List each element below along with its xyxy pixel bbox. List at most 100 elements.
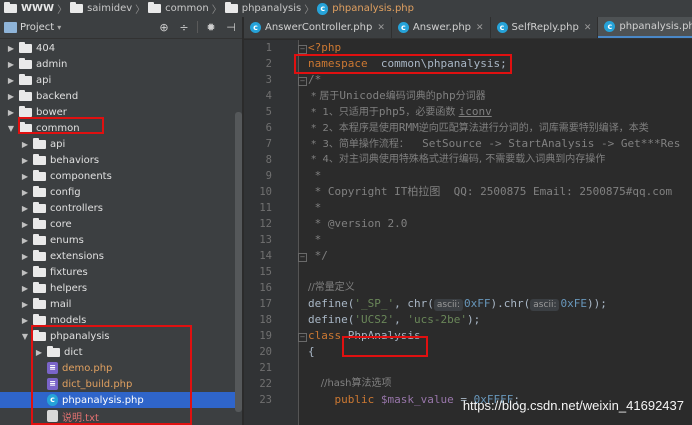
chevron-right-icon[interactable]: ▶ — [20, 236, 30, 245]
line-number: 17 — [259, 298, 272, 310]
line-number: 19 — [259, 330, 272, 342]
chevron-right-icon[interactable]: ▶ — [6, 108, 16, 117]
tab-label: SelfReply.php — [511, 22, 579, 33]
tree-file[interactable]: ≡ demo.php — [0, 360, 236, 376]
folder-icon — [33, 249, 46, 261]
editor-tab[interactable]: c SelfReply.php ✕ — [491, 17, 599, 38]
tree-folder[interactable]: ▶ api — [0, 136, 236, 152]
breadcrumb-item-saimidev[interactable]: saimidev — [70, 2, 132, 14]
tree-folder[interactable]: ▶ helpers — [0, 280, 236, 296]
folder-icon — [19, 73, 32, 85]
editor-tab[interactable]: cphpanalysis.php✕ — [598, 17, 692, 38]
folder-icon — [19, 121, 32, 133]
chevron-right-icon[interactable]: ▶ — [20, 140, 30, 149]
project-scrollbar[interactable] — [235, 112, 242, 412]
code-line-20: { — [308, 345, 315, 358]
watermark: https://blog.csdn.net/weixin_41692437 — [462, 398, 684, 413]
folder-icon — [33, 169, 46, 181]
fold-marker-icon[interactable]: − — [298, 77, 307, 86]
close-icon[interactable]: ✕ — [584, 23, 592, 33]
tree-folder[interactable]: ▼ common — [0, 120, 236, 136]
chevron-right-icon[interactable]: ▶ — [20, 220, 30, 229]
line-number: 1 — [265, 42, 272, 54]
chevron-right-icon[interactable]: ▶ — [6, 92, 16, 101]
folder-icon — [33, 265, 46, 277]
chevron-right-icon[interactable]: ▶ — [34, 348, 44, 357]
code-line-11: * — [308, 201, 322, 214]
tree-folder[interactable]: ▶ core — [0, 216, 236, 232]
tree-folder[interactable]: ▶ fixtures — [0, 264, 236, 280]
editor-tab[interactable]: c AnswerController.php ✕ — [244, 17, 392, 38]
tree-folder[interactable]: ▶ extensions — [0, 248, 236, 264]
code-line-12: * @version 2.0 — [308, 217, 408, 230]
tree-folder[interactable]: ▶ enums — [0, 232, 236, 248]
tree-item-label: api — [36, 74, 52, 86]
breadcrumb-item-phpanalysis[interactable]: phpanalysis — [224, 2, 301, 14]
line-number: 10 — [259, 186, 272, 198]
chevron-right-icon[interactable]: ▶ — [20, 268, 30, 277]
locate-file-icon[interactable]: ⊕ — [157, 20, 171, 34]
project-panel-title[interactable]: Project — [20, 22, 54, 33]
breadcrumb-item-file[interactable]: c phpanalysis.php — [317, 2, 414, 15]
tree-folder[interactable]: ▶ models — [0, 312, 236, 328]
tree-folder[interactable]: ▶ 404 — [0, 40, 236, 56]
editor-tab[interactable]: c Answer.php ✕ — [392, 17, 491, 38]
tree-folder[interactable]: ▶ controllers — [0, 200, 236, 216]
tree-folder[interactable]: ▶ admin — [0, 56, 236, 72]
chevron-down-icon[interactable]: ▼ — [20, 332, 30, 341]
breadcrumb-separator: 〉 — [211, 5, 222, 16]
gear-icon[interactable]: ✹ — [204, 20, 218, 34]
chevron-right-icon[interactable]: ▶ — [6, 44, 16, 53]
tree-folder[interactable]: ▶ dict — [0, 344, 236, 360]
tree-item-label: bower — [36, 106, 67, 118]
folder-icon — [33, 137, 46, 149]
close-icon[interactable]: ✕ — [476, 23, 484, 33]
class-file-icon: c — [397, 22, 409, 33]
tree-folder[interactable]: ▶ components — [0, 168, 236, 184]
tree-file[interactable]: c phpanalysis.php — [0, 392, 236, 408]
code-area[interactable]: <?php namespace common\phpanalysis; /* *… — [308, 40, 692, 425]
class-file-icon: c — [317, 2, 329, 15]
fold-marker-icon[interactable]: − — [298, 333, 307, 342]
chevron-right-icon[interactable]: ▶ — [6, 76, 16, 85]
line-number: 13 — [259, 234, 272, 246]
tree-folder[interactable]: ▼ phpanalysis — [0, 328, 236, 344]
chevron-right-icon[interactable]: ▶ — [20, 300, 30, 309]
breadcrumb-item-www[interactable]: WWW — [4, 2, 54, 14]
chevron-right-icon[interactable]: ▶ — [20, 156, 30, 165]
chevron-right-icon[interactable]: ▶ — [20, 284, 30, 293]
chevron-right-icon[interactable]: ▶ — [20, 172, 30, 181]
class-file-icon: c — [604, 21, 616, 32]
code-line-14: */ — [308, 249, 328, 262]
chevron-right-icon[interactable]: ▶ — [20, 204, 30, 213]
breadcrumb-item-common[interactable]: common — [148, 2, 209, 14]
tree-item-label: common — [36, 122, 80, 134]
line-number: 7 — [265, 138, 272, 150]
hide-panel-icon[interactable]: ⊣ — [224, 20, 238, 34]
chevron-right-icon[interactable]: ▶ — [20, 252, 30, 261]
tree-folder[interactable]: ▶ mail — [0, 296, 236, 312]
fold-marker-icon[interactable]: − — [298, 45, 307, 54]
collapse-all-icon[interactable]: ÷ — [177, 20, 191, 34]
breadcrumb: WWW 〉 saimidev 〉 common 〉 phpanalysis 〉 … — [0, 0, 692, 17]
tree-folder[interactable]: ▶ api — [0, 72, 236, 88]
tree-file[interactable]: 说明.txt — [0, 408, 236, 424]
code-line-8: * 4、对主词典使用特殊格式进行编码, 不需要载入词典到内存操作 — [308, 154, 606, 165]
tree-folder[interactable]: ▶ backend — [0, 88, 236, 104]
close-icon[interactable]: ✕ — [377, 23, 385, 33]
tree-file[interactable]: ≡ dict_build.php — [0, 376, 236, 392]
chevron-right-icon[interactable]: ▶ — [6, 60, 16, 69]
folder-icon — [70, 2, 84, 13]
code-line-5: * 1、只适用于php5，必要函数 iconv — [308, 105, 492, 118]
fold-marker-icon[interactable]: − — [298, 253, 307, 262]
tree-folder[interactable]: ▶ bower — [0, 104, 236, 120]
line-number: 21 — [259, 362, 272, 374]
chevron-right-icon[interactable]: ▶ — [20, 316, 30, 325]
code-line-17: define('_SP_', chr(ascii: 0xFF).chr(ascii… — [308, 297, 607, 311]
chevron-right-icon[interactable]: ▶ — [20, 188, 30, 197]
chevron-down-icon[interactable]: ▼ — [6, 124, 16, 133]
breadcrumb-separator: 〉 — [304, 5, 315, 16]
chevron-down-icon[interactable]: ▾ — [57, 23, 61, 32]
tree-folder[interactable]: ▶ config — [0, 184, 236, 200]
tree-folder[interactable]: ▶ behaviors — [0, 152, 236, 168]
